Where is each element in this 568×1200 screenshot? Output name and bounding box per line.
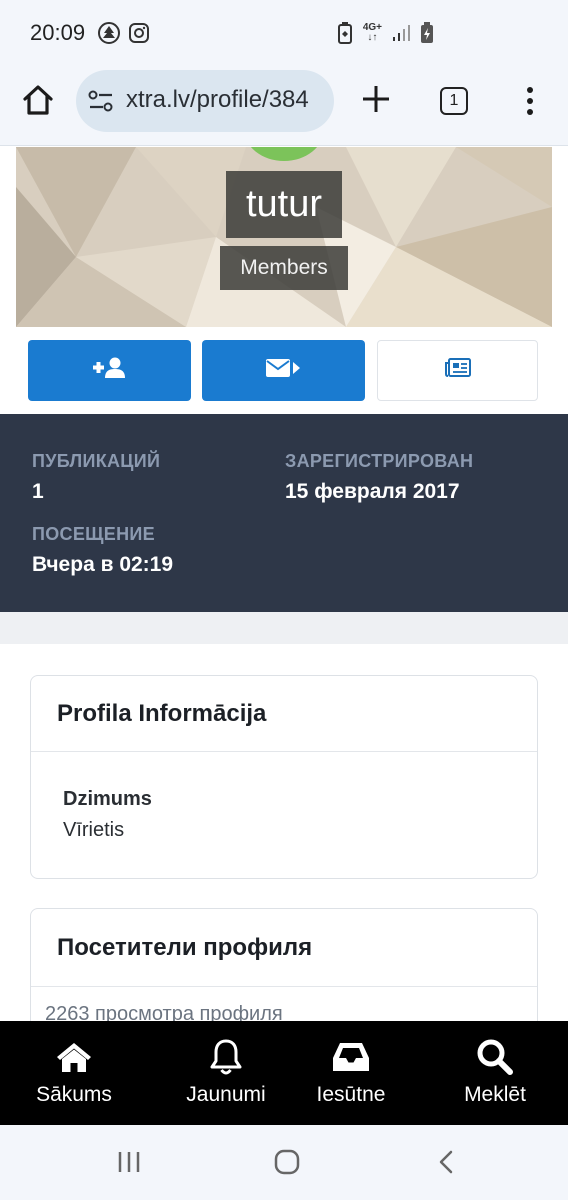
- nav-home[interactable]: Sākums: [32, 1021, 116, 1125]
- bell-icon: [209, 1037, 243, 1077]
- battery-charging-icon: [420, 22, 434, 44]
- profile-cover: tutur Members: [16, 147, 552, 327]
- add-friend-button[interactable]: [28, 340, 191, 401]
- last-visit-label: ПОСЕЩЕНИЕ: [32, 524, 155, 544]
- inbox-icon: [332, 1037, 370, 1077]
- nav-search-label: Meklēt: [464, 1083, 526, 1106]
- registered-label: ЗАРЕГИСТРИРОВАН: [285, 451, 474, 471]
- gender-label: Dzimums: [63, 788, 152, 810]
- profile-stats: ПУБЛИКАЦИЙ 1 ЗАРЕГИСТРИРОВАН 15 февраля …: [0, 414, 568, 612]
- profile-group-badge: Members: [220, 246, 348, 290]
- address-bar[interactable]: xtra.lv/profile/384: [76, 70, 334, 132]
- home-icon: [56, 1037, 92, 1077]
- app-bottom-nav: Sākums Jaunumi Iesūtne Meklēt: [0, 1021, 568, 1125]
- site-settings-icon[interactable]: [88, 90, 114, 117]
- registered-value: 15 февраля 2017: [285, 480, 460, 503]
- back-icon[interactable]: [436, 1149, 456, 1180]
- tree-notification-icon: [98, 22, 120, 44]
- posts-value: 1: [32, 480, 44, 503]
- home-icon[interactable]: [20, 82, 56, 118]
- more-options-icon[interactable]: [520, 86, 540, 116]
- last-visit-value: Вчера в 02:19: [32, 553, 174, 576]
- signal-icon: [392, 24, 410, 42]
- nav-search[interactable]: Meklēt: [452, 1021, 538, 1125]
- browser-toolbar: xtra.lv/profile/384 1: [0, 68, 568, 146]
- recent-apps-icon[interactable]: [116, 1149, 142, 1180]
- network-label: 4G+: [362, 22, 382, 33]
- nav-inbox-label: Iesūtne: [316, 1083, 386, 1106]
- nav-news[interactable]: Jaunumi: [178, 1021, 274, 1125]
- new-tab-icon[interactable]: [360, 83, 392, 115]
- instagram-icon: [128, 22, 150, 44]
- network-4g-icon: 4G+ ↓↑: [362, 22, 382, 43]
- posts-feed-button[interactable]: [377, 340, 538, 401]
- nav-inbox[interactable]: Iesūtne: [308, 1021, 394, 1125]
- tab-switcher-button[interactable]: 1: [440, 87, 468, 115]
- battery-saver-icon: [337, 22, 353, 44]
- profile-visitors-title: Посетители профиля: [31, 909, 537, 987]
- search-icon: [476, 1037, 514, 1077]
- posts-label: ПУБЛИКАЦИЙ: [32, 451, 161, 471]
- status-bar: 20:09 4G+ ↓↑: [0, 0, 568, 68]
- send-message-icon: [265, 357, 302, 384]
- profile-actions: [0, 340, 568, 402]
- nav-home-label: Sākums: [36, 1083, 112, 1106]
- profile-info-card: Profila Informācija Dzimums Vīrietis: [30, 675, 538, 879]
- gender-value: Vīrietis: [63, 819, 125, 841]
- send-message-button[interactable]: [202, 340, 365, 401]
- add-friend-icon: [92, 357, 127, 384]
- url-text[interactable]: xtra.lv/profile/384: [126, 86, 309, 114]
- newspaper-icon: [444, 358, 471, 383]
- profile-info-title: Profila Informācija: [31, 676, 537, 752]
- status-time: 20:09: [30, 20, 86, 45]
- home-circle-icon[interactable]: [274, 1149, 300, 1180]
- system-nav-bar: [0, 1125, 568, 1200]
- profile-name: tutur: [226, 171, 342, 238]
- nav-news-label: Jaunumi: [186, 1083, 266, 1106]
- section-divider: [0, 612, 568, 644]
